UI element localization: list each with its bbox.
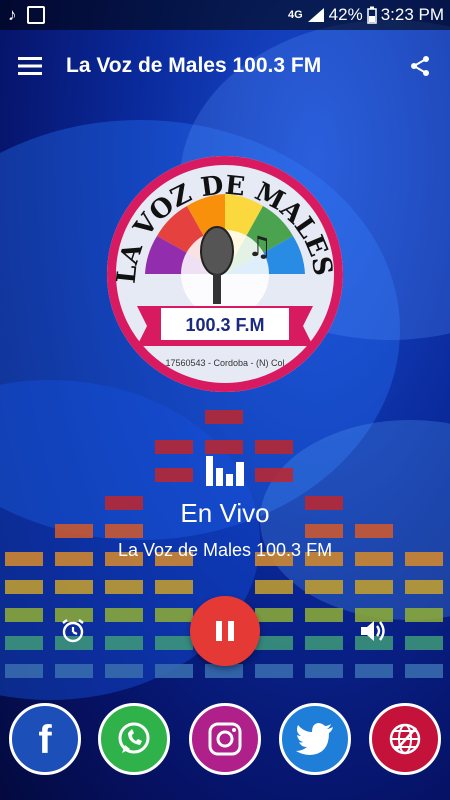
website-button[interactable] [369,703,441,775]
live-bars-icon [206,456,244,486]
station-name: La Voz de Males 100.3 FM [117,540,333,560]
battery-icon [366,6,377,24]
battery-percent: 42% [328,5,363,24]
menu-icon [18,57,42,75]
music-note-icon: ♪ [8,5,17,24]
pause-icon [216,621,234,641]
whatsapp-icon [118,722,150,754]
image-icon [26,6,45,24]
volume-icon [361,621,385,641]
logo-footer: 17560543 - Cordoba - (N) Col [165,358,284,368]
clock: 3:23 PM [380,5,444,24]
signal-icon [307,8,324,22]
svg-text:f: f [38,719,52,759]
status-bar: ♪ 4G 42% 3:23 PM [0,0,450,30]
volume-button[interactable] [356,614,390,648]
facebook-button[interactable]: f [9,703,81,775]
share-icon [411,56,429,76]
network-type: 4G [287,9,303,21]
logo-art: ♫ LA VOZ DE MALES 100.3 F.M 17560543 - C… [110,159,340,389]
alarm-icon [62,619,84,643]
twitter-button[interactable] [279,703,351,775]
logo-frequency: 100.3 F.M [185,315,264,335]
alarm-button[interactable] [56,614,90,648]
live-status: En Vivo [180,498,270,528]
globe-icon [389,723,421,755]
instagram-button[interactable] [189,703,261,775]
whatsapp-button[interactable] [98,703,170,775]
svg-text:♫: ♫ [247,230,272,263]
app-title: La Voz de Males 100.3 FM [66,54,322,77]
share-button[interactable] [392,38,448,94]
menu-button[interactable] [2,38,58,94]
app-bar: La Voz de Males 100.3 FM [0,36,450,96]
pause-button[interactable] [190,596,260,666]
twitter-icon [296,723,333,755]
instagram-icon [208,722,242,756]
facebook-icon: f [38,719,52,759]
station-logo: ♫ LA VOZ DE MALES 100.3 F.M 17560543 - C… [107,156,343,392]
